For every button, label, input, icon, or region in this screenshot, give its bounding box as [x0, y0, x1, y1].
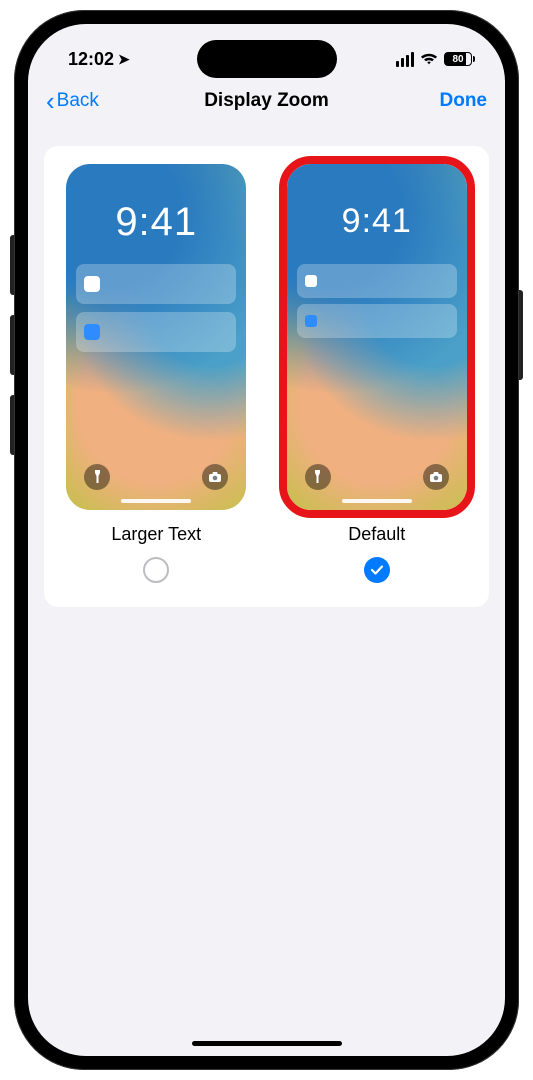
home-indicator[interactable] [192, 1041, 342, 1046]
done-button[interactable]: Done [440, 90, 488, 112]
preview-time: 9:41 [66, 200, 246, 245]
preview-home-indicator [342, 499, 412, 503]
page-title: Display Zoom [28, 90, 505, 112]
back-button[interactable]: ‹ Back [46, 88, 99, 114]
checkmark-icon [370, 563, 384, 577]
preview-notification [76, 264, 236, 304]
back-label: Back [57, 90, 99, 112]
battery-percent: 80 [452, 54, 463, 65]
status-left: 12:02 ➤ [68, 49, 130, 70]
radio-unchecked[interactable] [143, 557, 169, 583]
zoom-options-card: 9:41 Larger Text [44, 146, 489, 607]
app-icon-placeholder [305, 315, 317, 327]
location-arrow-icon: ➤ [118, 51, 130, 68]
preview-default[interactable]: 9:41 [287, 164, 467, 510]
preview-time: 9:41 [287, 202, 467, 241]
preview-notification [297, 304, 457, 338]
status-time: 12:02 [68, 49, 114, 70]
flashlight-icon [305, 464, 331, 490]
camera-icon [202, 464, 228, 490]
content-area: 9:41 Larger Text [28, 128, 505, 1056]
flashlight-icon [84, 464, 110, 490]
battery-icon: 80 [444, 52, 475, 66]
preview-notification [297, 264, 457, 298]
option-default[interactable]: 9:41 Default [281, 164, 474, 583]
screen: 12:02 ➤ 80 ‹ Back Disp [28, 24, 505, 1056]
app-icon-placeholder [305, 275, 317, 287]
cellular-signal-icon [396, 52, 414, 67]
nav-bar: ‹ Back Display Zoom Done [28, 80, 505, 128]
radio-checked[interactable] [364, 557, 390, 583]
preview-wrap-default: 9:41 [287, 164, 467, 510]
iphone-device-frame: 12:02 ➤ 80 ‹ Back Disp [14, 10, 519, 1070]
app-icon-placeholder [84, 276, 100, 292]
option-label: Default [348, 524, 405, 545]
camera-icon [423, 464, 449, 490]
preview-notification [76, 312, 236, 352]
preview-home-indicator [121, 499, 191, 503]
status-right: 80 [396, 52, 475, 67]
app-icon-placeholder [84, 324, 100, 340]
preview-wrap-larger: 9:41 [66, 164, 246, 510]
preview-larger-text[interactable]: 9:41 [66, 164, 246, 510]
option-larger-text[interactable]: 9:41 Larger Text [60, 164, 253, 583]
chevron-left-icon: ‹ [46, 88, 55, 114]
dynamic-island [197, 40, 337, 78]
option-label: Larger Text [111, 524, 201, 545]
wifi-icon [420, 52, 438, 66]
